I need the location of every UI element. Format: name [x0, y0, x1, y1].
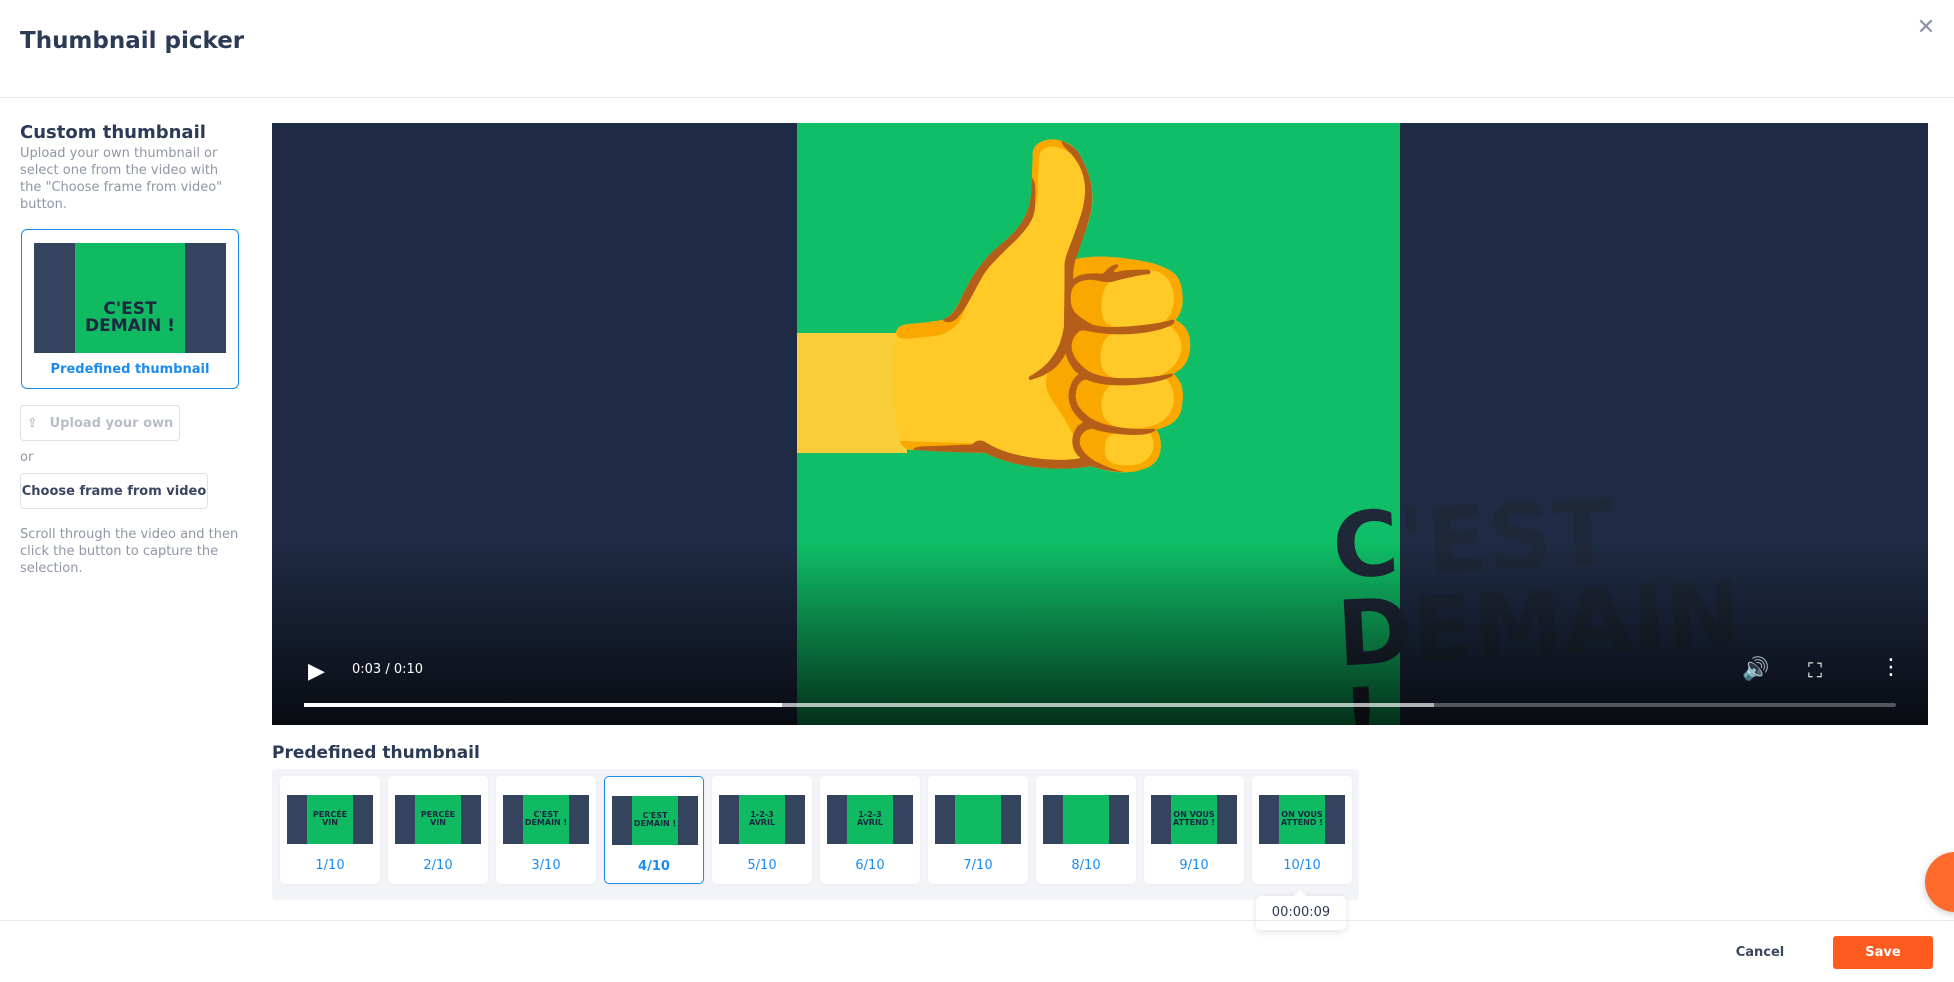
thumbnail-image: C'EST DEMAIN !: [34, 243, 226, 353]
predefined-thumbnail-item[interactable]: PERCÉE VIN 2/10: [388, 776, 488, 884]
predefined-thumbnail-item[interactable]: C'EST DEMAIN ! 3/10: [496, 776, 596, 884]
predefined-thumbnail-item[interactable]: 8/10: [1036, 776, 1136, 884]
predefined-thumbnail-item[interactable]: 1-2-3 AVRIL 5/10: [712, 776, 812, 884]
predefined-thumbnail-item[interactable]: ON VOUS ATTEND ! 9/10: [1144, 776, 1244, 884]
custom-thumbnail-description: Upload your own thumbnail or select one …: [20, 146, 223, 212]
dialog-title: Thumbnail picker: [20, 28, 245, 54]
thumbnail-label: 3/10: [531, 858, 561, 873]
chat-widget-button[interactable]: [1925, 852, 1954, 912]
predefined-thumbnail-item[interactable]: ON VOUS ATTEND ! 10/10: [1252, 776, 1352, 884]
predefined-thumbnail-item[interactable]: 7/10: [928, 776, 1028, 884]
predefined-thumbnail-item[interactable]: C'EST DEMAIN ! 4/10: [604, 776, 704, 884]
thumbnail-label: 5/10: [747, 858, 777, 873]
thumbnail-image: 1-2-3 AVRIL: [719, 795, 805, 844]
custom-thumbnail-heading: Custom thumbnail: [20, 122, 206, 143]
video-player[interactable]: 👍 C'EST DEMAIN ! ▶ 0:03 / 0:10 🔊 ⛶ ⋮: [272, 123, 1928, 725]
thumbnail-label: 6/10: [855, 858, 885, 873]
timestamp-tooltip: 00:00:09: [1256, 890, 1346, 930]
card-label: Predefined thumbnail: [50, 362, 210, 377]
footer-divider: [0, 920, 1954, 921]
thumbnail-image: 1-2-3 AVRIL: [827, 795, 913, 844]
choose-frame-button[interactable]: Choose frame from video: [20, 473, 208, 509]
thumbnail-label: 7/10: [963, 858, 993, 873]
progress-bar[interactable]: [304, 703, 1896, 707]
scroll-hint: Scroll through the video and then click …: [20, 527, 239, 576]
more-options-icon[interactable]: ⋮: [1880, 655, 1902, 680]
volume-icon[interactable]: 🔊: [1742, 657, 1769, 682]
fullscreen-icon[interactable]: ⛶: [1808, 658, 1822, 682]
video-time: 0:03 / 0:10: [352, 662, 424, 677]
thumbnail-image: PERCÉE VIN: [395, 795, 481, 844]
upload-your-own-button[interactable]: ⇪ Upload your own: [20, 405, 180, 441]
save-button[interactable]: Save: [1833, 936, 1933, 969]
thumbnail-label: 10/10: [1283, 858, 1321, 873]
thumbnail-label: 4/10: [638, 859, 670, 874]
thumbnail-image: C'EST DEMAIN !: [612, 796, 698, 845]
play-icon[interactable]: ▶: [308, 659, 325, 684]
thumbnail-image: PERCÉE VIN: [287, 795, 373, 844]
thumbnail-label: 1/10: [315, 858, 345, 873]
predefined-thumbnail-strip: PERCÉE VIN 1/10 PERCÉE VIN 2/10 C'EST DEMAIN…: [272, 769, 1359, 900]
header-divider: [0, 97, 1954, 98]
played-bar: [304, 703, 782, 707]
predefined-thumbnail-item[interactable]: 1-2-3 AVRIL 6/10: [820, 776, 920, 884]
close-icon[interactable]: ✕: [1912, 14, 1940, 42]
thumbnail-image: C'EST DEMAIN !: [503, 795, 589, 844]
upload-icon: ⇪: [26, 415, 38, 431]
current-thumbnail-card[interactable]: C'EST DEMAIN ! Predefined thumbnail: [21, 229, 239, 389]
or-label: or: [20, 450, 34, 465]
thumbnail-image: ON VOUS ATTEND !: [1151, 795, 1237, 844]
thumbnail-image: [1043, 795, 1129, 844]
thumbs-up-image: 👍: [837, 123, 1236, 489]
predefined-heading: Predefined thumbnail: [272, 743, 480, 763]
thumbnail-image: [935, 795, 1021, 844]
thumbnail-label: 2/10: [423, 858, 453, 873]
thumbnail-label: 9/10: [1179, 858, 1209, 873]
thumbnail-label: 8/10: [1071, 858, 1101, 873]
cancel-button[interactable]: Cancel: [1720, 938, 1800, 968]
predefined-thumbnail-item[interactable]: PERCÉE VIN 1/10: [280, 776, 380, 884]
thumbnail-image: ON VOUS ATTEND !: [1259, 795, 1345, 844]
